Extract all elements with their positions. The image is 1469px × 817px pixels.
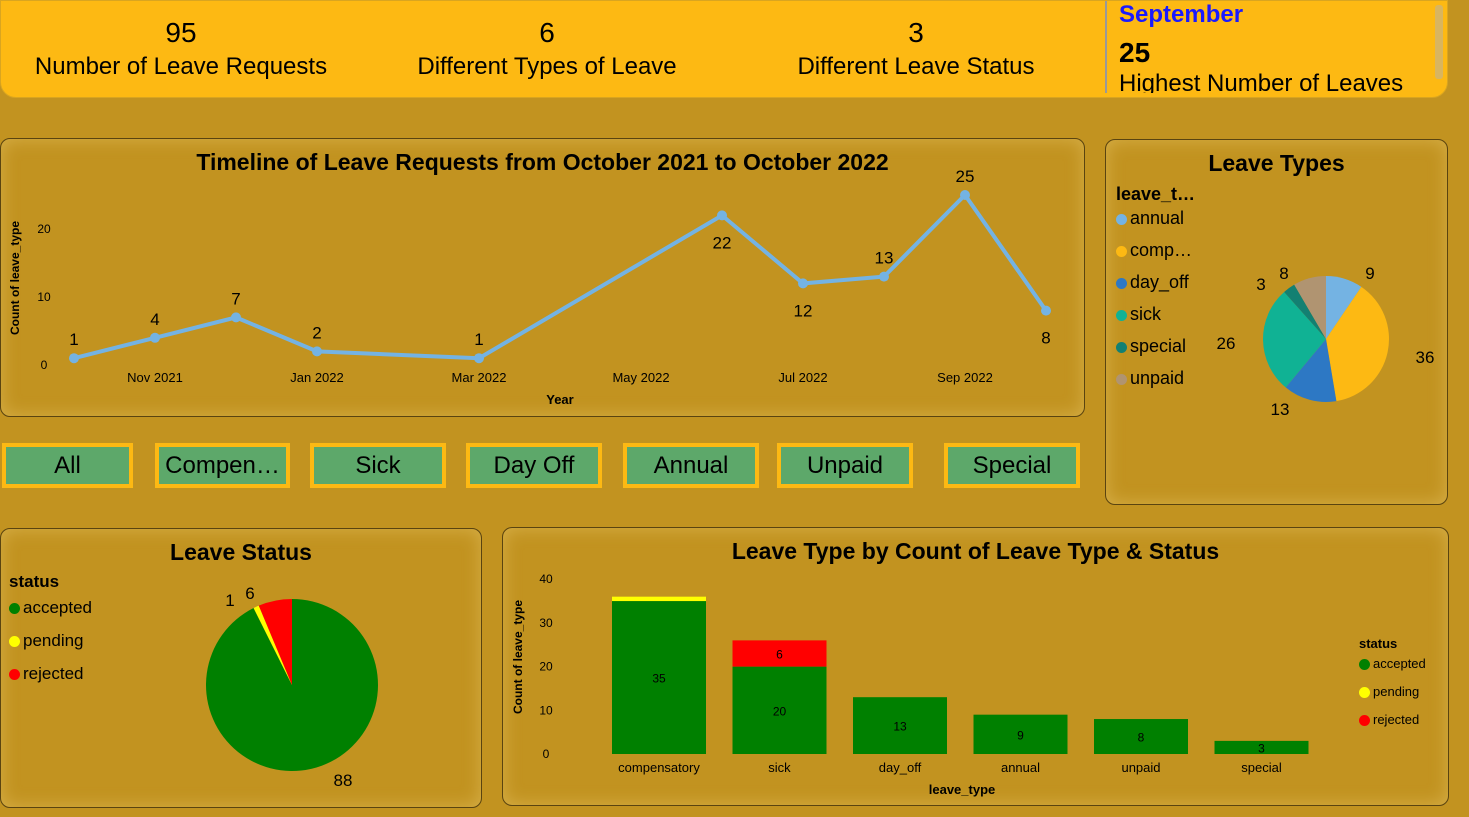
leave-status-pie: 88 1 6: [206, 584, 378, 790]
data-label: 13: [1271, 400, 1290, 419]
data-label: 7: [231, 289, 240, 308]
filter-button-all[interactable]: All: [2, 443, 133, 488]
data-point: [150, 332, 160, 343]
data-label: 6: [776, 647, 783, 661]
kpi-banner: 95 Number of Leave Requests 6 Different Ty…: [0, 0, 1448, 98]
data-label: 3: [1258, 741, 1265, 755]
data-label: 26: [1217, 334, 1236, 353]
data-label: 20: [773, 704, 787, 718]
data-label: 4: [150, 310, 159, 329]
y-tick-label: 20: [539, 660, 553, 674]
data-label: 8: [1279, 264, 1288, 283]
kpi-requests: 95 Number of Leave Requests: [34, 17, 328, 80]
data-label: 8: [1138, 731, 1145, 745]
kpi-status: 3 Different Leave Status: [797, 17, 1035, 80]
filter-button-annual[interactable]: Annual: [623, 443, 759, 488]
series-line: [73, 191, 1048, 361]
x-axis-title: leave_type: [929, 782, 996, 797]
data-label: 13: [875, 249, 894, 268]
bar-compensatory-pending: [612, 596, 706, 602]
data-label: 36: [1416, 348, 1435, 367]
y-axis-title: Count of leave_type: [511, 600, 525, 714]
data-label: 88: [334, 771, 353, 790]
y-axis-title: Count of leave_type: [8, 221, 22, 335]
bar-chart: 0 10 20 30 40 Count of leave_type leave_type 35…: [511, 572, 1309, 797]
filter-button-unpaid[interactable]: Unpaid: [777, 443, 913, 488]
data-point: [960, 190, 970, 200]
data-point: [879, 271, 889, 282]
data-label: 3: [1256, 275, 1265, 294]
y-tick-label: 10: [539, 703, 553, 717]
kpi-types: 6 Different Types of Leave: [417, 17, 677, 80]
y-tick-label: 30: [539, 616, 553, 630]
data-point: [1041, 305, 1051, 316]
data-label: 25: [956, 167, 975, 186]
filter-button-sick[interactable]: Sick: [310, 443, 446, 488]
data-label: 9: [1365, 264, 1374, 283]
data-point: [312, 346, 322, 357]
y-tick-label: 0: [41, 358, 48, 372]
scrollbar[interactable]: [1435, 5, 1443, 79]
x-tick-label: Jul 2022: [778, 370, 827, 385]
data-label: 22: [713, 233, 732, 252]
y-tick-label: 20: [37, 222, 51, 236]
x-tick-label: annual: [1001, 760, 1040, 775]
y-tick-label: 10: [37, 290, 51, 304]
highest-label: Highest Number of Leaves: [1119, 70, 1404, 93]
data-label: 8: [1041, 329, 1050, 348]
data-label: 1: [474, 330, 483, 349]
x-tick-label: day_off: [879, 760, 922, 775]
x-tick-label: Sep 2022: [937, 370, 993, 385]
filter-button-dayoff[interactable]: Day Off: [466, 443, 602, 488]
data-label: 35: [652, 672, 666, 686]
x-tick-label: May 2022: [612, 370, 669, 385]
data-label: 13: [893, 720, 907, 734]
highest-value: 25: [1119, 37, 1151, 68]
x-tick-label: unpaid: [1121, 760, 1160, 775]
x-tick-label: Nov 2021: [127, 370, 183, 385]
data-label: 1: [69, 330, 78, 349]
x-tick-label: sick: [768, 760, 791, 775]
x-tick-label: Mar 2022: [452, 370, 507, 385]
filter-button-compen[interactable]: Compen…: [155, 443, 290, 488]
data-point: [798, 278, 808, 289]
data-label: 9: [1017, 728, 1024, 742]
x-tick-label: special: [1241, 760, 1282, 775]
data-point: [231, 312, 241, 323]
timeline-chart: 0 10 20 Nov 2021 Jan 2022 Mar 2022 May 2022 Jul…: [8, 167, 1051, 407]
data-label: 12: [794, 301, 813, 320]
data-point: [474, 353, 484, 364]
x-tick-label: compensatory: [618, 760, 700, 775]
leave-types-pie: 9 36 13 26 38: [1217, 264, 1435, 419]
data-point: [717, 210, 727, 221]
x-tick-label: Jan 2022: [290, 370, 344, 385]
data-label: 1: [225, 591, 234, 610]
highest-month: September: [1119, 1, 1244, 28]
data-label: 6: [245, 584, 254, 603]
data-label: 2: [312, 323, 321, 342]
data-point: [69, 353, 79, 364]
y-tick-label: 0: [543, 747, 550, 761]
x-axis-title: Year: [546, 392, 573, 407]
divider: [1105, 1, 1107, 93]
filter-button-special[interactable]: Special: [944, 443, 1080, 488]
y-tick-label: 40: [539, 572, 553, 586]
